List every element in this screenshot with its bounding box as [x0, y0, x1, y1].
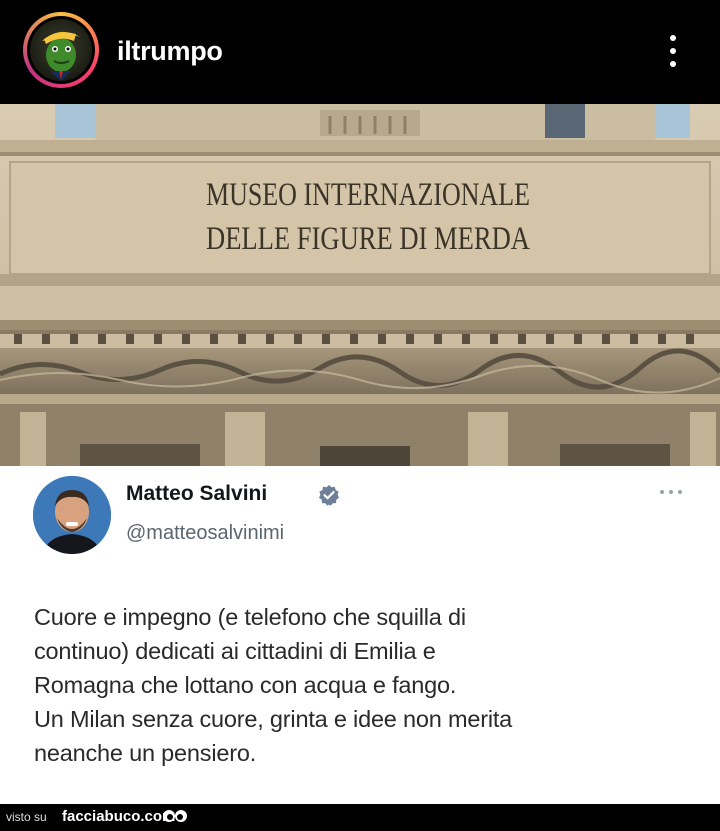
tweet-author-handle[interactable]: @matteosalvinimi [126, 522, 284, 545]
verified-badge-icon [318, 484, 340, 506]
watermark-brand[interactable]: facciabuco.com [62, 808, 175, 825]
tweet-line: neanche un pensiero. [34, 740, 257, 766]
inscription-line-1: MUSEO INTERNAZIONALE [206, 177, 530, 213]
profile-avatar[interactable] [23, 12, 99, 88]
tweet-line: Cuore e impegno (e telefono che squilla … [34, 604, 466, 630]
tweet-more-icon[interactable] [658, 488, 684, 498]
post-header: iltrumpo [0, 0, 720, 104]
building-photo: MUSEO INTERNAZIONALE DELLE FIGURE DI MER… [0, 104, 720, 466]
tweet-text: Cuore e impegno (e telefono che squilla … [34, 600, 684, 770]
tweet-line: continuo) dedicati ai cittadini di Emili… [34, 638, 436, 664]
inscription-line-2: DELLE FIGURE DI MERDA [206, 221, 530, 257]
author-avatar[interactable] [33, 476, 111, 554]
tweet-author-name[interactable]: Matteo Salvini [126, 482, 267, 506]
watermark-prefix: visto su [6, 810, 47, 824]
post-username[interactable]: iltrumpo [117, 36, 223, 67]
tweet-line: Romagna che lottano con acqua e fango. [34, 672, 457, 698]
eyes-logo-icon [162, 808, 188, 826]
more-vertical-icon[interactable] [662, 33, 684, 69]
frog-avatar-icon [30, 19, 92, 81]
watermark-footer: visto su facciabuco.com [0, 804, 720, 830]
tweet-line: Un Milan senza cuore, grinta e idee non … [34, 706, 513, 732]
